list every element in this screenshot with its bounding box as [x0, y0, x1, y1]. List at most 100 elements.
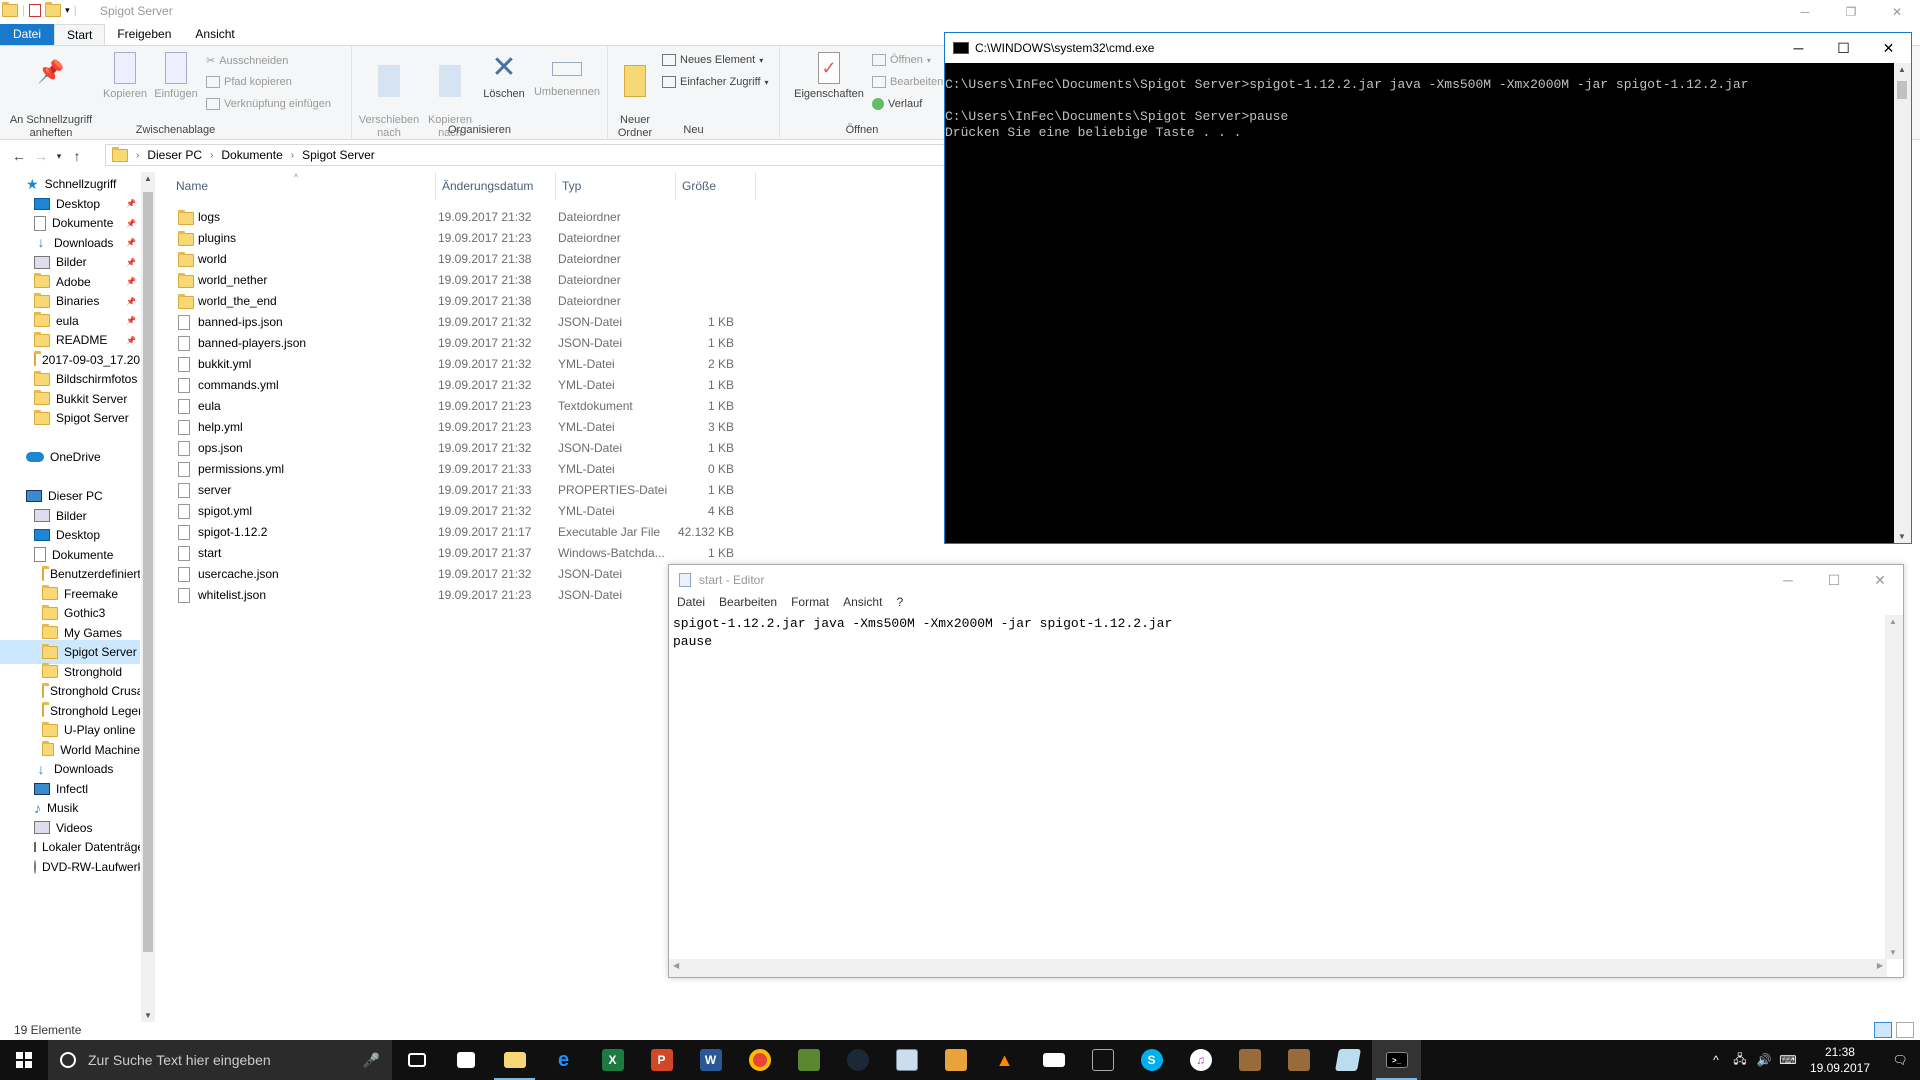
show-hidden-icons-chevron-icon[interactable]: ^ — [1704, 1053, 1728, 1067]
file-explorer-taskbar-button[interactable] — [490, 1040, 539, 1080]
search-box[interactable]: Zur Suche Text hier eingeben 🎤 — [48, 1040, 392, 1080]
column-header-date[interactable]: Änderungsdatum — [436, 172, 556, 200]
store-button[interactable] — [441, 1040, 490, 1080]
microphone-icon[interactable]: 🎤 — [363, 1052, 380, 1069]
menu-bearbeiten[interactable]: Bearbeiten — [719, 595, 777, 615]
scroll-up-arrow-icon[interactable]: ▲ — [141, 174, 155, 183]
file-row[interactable]: commands.yml 19.09.2017 21:32 YML-Datei 1 K… — [170, 374, 770, 395]
menu-help[interactable]: ? — [896, 595, 903, 615]
file-row[interactable]: permissions.yml 19.09.2017 21:33 YML-Datei… — [170, 458, 770, 479]
network-icon[interactable]: 🖧 — [1728, 1050, 1752, 1071]
file-row[interactable]: banned-ips.json 19.09.2017 21:32 JSON-Date… — [170, 311, 770, 332]
recent-locations-chevron-icon[interactable]: ▾ — [52, 151, 66, 162]
paste-button[interactable]: Einfügen — [150, 50, 202, 101]
game-button-2[interactable] — [1274, 1040, 1323, 1080]
cmd-taskbar-button[interactable]: >_ — [1372, 1040, 1421, 1080]
file-row[interactable]: spigot.yml 19.09.2017 21:32 YML-Datei 4 KB — [170, 500, 770, 521]
copy-path-button[interactable]: Pfad kopieren — [206, 76, 292, 88]
scroll-right-arrow-icon[interactable]: ▶ — [1877, 961, 1883, 970]
vlc-button[interactable]: ▲ — [980, 1040, 1029, 1080]
cut-button[interactable]: ✂ Ausschneiden — [206, 54, 288, 68]
notepad-vertical-scrollbar[interactable]: ▲ ▼ — [1885, 615, 1903, 959]
mail-button[interactable] — [1029, 1040, 1078, 1080]
nav-item[interactable]: OneDrive — [0, 445, 140, 469]
notepad-window[interactable]: start - Editor ─ ☐ ✕ Datei Bearbeiten Fo… — [668, 564, 1904, 978]
app-button[interactable] — [1078, 1040, 1127, 1080]
back-arrow-icon[interactable]: ← — [8, 148, 30, 164]
excel-button[interactable]: X — [588, 1040, 637, 1080]
itunes-button[interactable]: ♫ — [1176, 1040, 1225, 1080]
word-button[interactable]: W — [686, 1040, 735, 1080]
file-row[interactable]: world_the_end 19.09.2017 21:38 Dateiordner — [170, 290, 770, 311]
minimize-button[interactable]: ─ — [1776, 33, 1821, 63]
task-view-button[interactable] — [392, 1040, 441, 1080]
file-row[interactable]: logs 19.09.2017 21:32 Dateiordner — [170, 206, 770, 227]
tab-datei[interactable]: Datei — [0, 24, 54, 45]
keyboard-icon[interactable]: ⌨ — [1776, 1053, 1800, 1067]
skype-button[interactable]: S — [1127, 1040, 1176, 1080]
file-row[interactable]: plugins 19.09.2017 21:23 Dateiordner — [170, 227, 770, 248]
column-header-name[interactable]: Name ^ — [170, 172, 436, 200]
file-row[interactable]: spigot-1.12.2 19.09.2017 21:17 Executable … — [170, 521, 770, 542]
file-row[interactable]: server 19.09.2017 21:33 PROPERTIES-Datei 1 … — [170, 479, 770, 500]
up-arrow-icon[interactable]: ↑ — [66, 148, 88, 164]
menu-ansicht[interactable]: Ansicht — [843, 595, 882, 615]
close-button[interactable]: ✕ — [1866, 33, 1911, 63]
action-center-icon[interactable]: 🗨 — [1880, 1053, 1920, 1067]
file-row[interactable]: help.yml 19.09.2017 21:23 YML-Datei 3 KB — [170, 416, 770, 437]
volume-icon[interactable]: 🔊 — [1752, 1053, 1776, 1067]
edit-button[interactable]: Bearbeiten — [872, 76, 943, 88]
breadcrumb[interactable]: › Dieser PC › Dokumente › Spigot Server — [105, 144, 965, 166]
breadcrumb-dokumente[interactable]: Dokumente — [221, 148, 282, 162]
file-row[interactable]: ops.json 19.09.2017 21:32 JSON-Datei 1 KB — [170, 437, 770, 458]
cmd-window[interactable]: C:\WINDOWS\system32\cmd.exe ─ ☐ ✕ C:\Use… — [944, 32, 1912, 544]
steam-button[interactable] — [833, 1040, 882, 1080]
column-header-size[interactable]: Größe — [676, 172, 756, 200]
minimize-button[interactable]: ─ — [1765, 565, 1811, 595]
file-row[interactable]: start 19.09.2017 21:37 Windows-Batchda... 1… — [170, 542, 770, 563]
breadcrumb-spigot-server[interactable]: Spigot Server — [302, 148, 375, 162]
cmd-scrollbar[interactable]: ▲ ▼ — [1894, 63, 1911, 543]
nav-item[interactable]: DVD-RW-Laufwerk — [0, 855, 140, 879]
file-row[interactable]: eula 19.09.2017 21:23 Textdokument 1 KB — [170, 395, 770, 416]
edge-button[interactable]: e — [539, 1040, 588, 1080]
minimize-button[interactable]: ─ — [1782, 0, 1828, 24]
clock[interactable]: 21:38 19.09.2017 — [1800, 1044, 1880, 1076]
navigation-pane-scrollbar[interactable]: ▲ ▼ — [141, 172, 155, 1022]
scroll-left-arrow-icon[interactable]: ◀ — [673, 961, 679, 970]
scrollbar-thumb[interactable] — [1897, 81, 1907, 99]
tab-ansicht[interactable]: Ansicht — [183, 24, 246, 45]
file-row[interactable]: world_nether 19.09.2017 21:38 Dateiordner — [170, 269, 770, 290]
open-button[interactable]: Öffnen ▾ — [872, 54, 931, 66]
details-view-icon[interactable] — [1874, 1022, 1892, 1038]
history-button[interactable]: Verlauf — [872, 98, 922, 110]
file-row[interactable]: bukkit.yml 19.09.2017 21:32 YML-Datei 2 KB — [170, 353, 770, 374]
game-button-1[interactable] — [1225, 1040, 1274, 1080]
new-item-button[interactable]: Neues Element ▾ — [662, 54, 763, 66]
cmd-output[interactable]: C:\Users\InFec\Documents\Spigot Server>s… — [945, 77, 1749, 141]
powerpoint-button[interactable]: P — [637, 1040, 686, 1080]
tab-freigeben[interactable]: Freigeben — [105, 24, 183, 45]
properties-icon[interactable] — [29, 3, 42, 17]
close-button[interactable]: ✕ — [1874, 0, 1920, 24]
easy-access-button[interactable]: Einfacher Zugriff ▾ — [662, 76, 769, 88]
breadcrumb-dieser-pc[interactable]: Dieser PC — [147, 148, 202, 162]
delete-button[interactable]: ✕ Löschen — [480, 50, 528, 101]
forward-arrow-icon[interactable]: → — [30, 148, 52, 164]
new-folder-icon[interactable] — [45, 1, 62, 17]
column-header-type[interactable]: Typ — [556, 172, 676, 200]
tab-start[interactable]: Start — [54, 24, 106, 45]
scroll-up-arrow-icon[interactable]: ▲ — [1889, 617, 1897, 626]
photo-app-button[interactable] — [882, 1040, 931, 1080]
file-row[interactable]: banned-players.json 19.09.2017 21:32 JSON-… — [170, 332, 770, 353]
minecraft-button[interactable] — [784, 1040, 833, 1080]
file-row[interactable]: world 19.09.2017 21:38 Dateiordner — [170, 248, 770, 269]
scroll-down-arrow-icon[interactable]: ▼ — [1898, 532, 1906, 541]
maximize-button[interactable]: ☐ — [1811, 565, 1857, 595]
notepad-taskbar-button[interactable] — [1323, 1040, 1372, 1080]
customize-toolbar-chevron-icon[interactable]: ▾ — [65, 5, 70, 16]
copy-button[interactable]: Kopieren — [100, 50, 150, 101]
notepad-horizontal-scrollbar[interactable]: ◀ ▶ — [669, 959, 1887, 977]
menu-format[interactable]: Format — [791, 595, 829, 615]
nav-item[interactable]: Spigot Server — [0, 406, 140, 430]
